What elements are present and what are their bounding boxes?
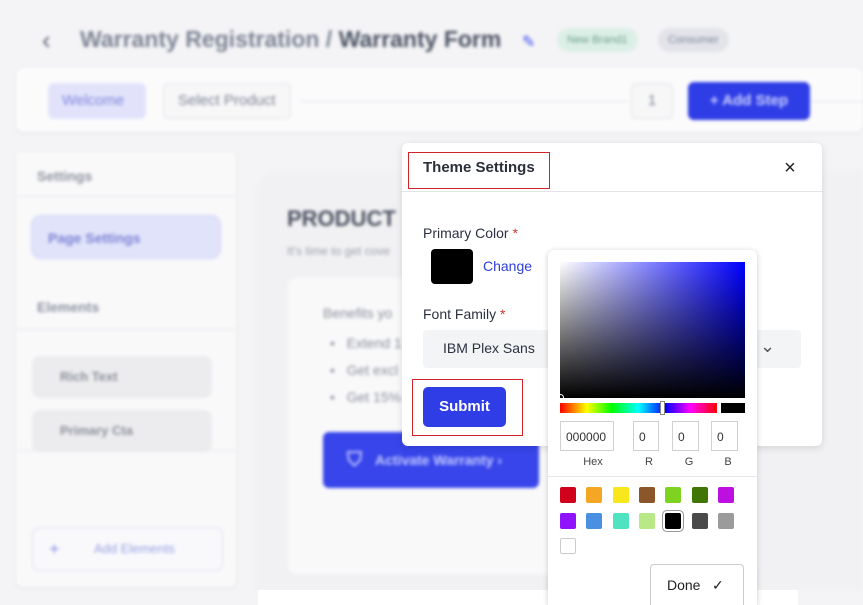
add-elements-label: Add Elements (94, 541, 175, 556)
done-button[interactable]: Done ✓ (650, 564, 744, 605)
color-swatch[interactable] (717, 487, 734, 503)
color-swatch[interactable] (691, 512, 708, 529)
picker-divider (548, 476, 757, 477)
element-primary-cta[interactable]: Primary Cta (32, 410, 212, 452)
color-swatch[interactable] (560, 512, 576, 529)
b-label: B (724, 456, 732, 468)
pencil-icon[interactable]: ✎ (522, 32, 540, 51)
b-input[interactable]: 0 (711, 421, 738, 451)
color-swatch[interactable] (638, 487, 655, 503)
back-chevron-icon[interactable]: ‹ (42, 27, 62, 53)
r-label: R (645, 456, 653, 468)
benefit-item: • Extend 1 (330, 335, 402, 351)
primary-color-label: Primary Color * (423, 225, 518, 241)
benefit-item: • Get 15% (330, 389, 402, 405)
hue-slider[interactable] (560, 403, 717, 413)
font-family-value: IBM Plex Sans (443, 340, 535, 356)
font-family-label: Font Family * (423, 306, 506, 322)
color-swatch[interactable] (665, 512, 682, 529)
done-label: Done (667, 577, 701, 593)
modal-title: Theme Settings (423, 159, 535, 176)
product-title: PRODUCT (287, 206, 396, 231)
page-settings-button[interactable]: Page Settings (31, 215, 221, 259)
g-label: G (684, 456, 694, 468)
g-input[interactable]: 0 (672, 421, 699, 451)
change-color-link[interactable]: Change (483, 258, 532, 274)
color-swatch[interactable] (612, 512, 629, 529)
step-select-product[interactable]: Select Product (163, 83, 291, 119)
r-input[interactable]: 0 (633, 421, 659, 451)
step-connector (810, 101, 863, 102)
primary-color-swatch[interactable] (431, 249, 473, 284)
color-preview (721, 403, 745, 413)
step-connector (300, 101, 628, 102)
page-title: Warranty Registration / Warranty Form (80, 26, 501, 53)
color-swatch[interactable] (638, 512, 655, 529)
benefits-heading: Benefits yo (323, 305, 393, 321)
add-elements-button[interactable]: + Add Elements (32, 527, 223, 571)
activate-label: Activate Warranty (375, 452, 494, 468)
brand-badge: New Brand1 (557, 28, 638, 52)
plus-icon: + (49, 539, 60, 559)
breadcrumb-parent[interactable]: Warranty Registration / (80, 26, 332, 52)
color-swatch[interactable] (560, 538, 576, 554)
hex-input[interactable]: 000000 (560, 421, 614, 451)
benefit-item: • Get excl (330, 362, 398, 378)
color-swatch[interactable] (586, 512, 603, 529)
close-icon[interactable]: × (781, 157, 799, 179)
hex-label: Hex (583, 456, 603, 468)
divider (16, 196, 236, 197)
color-swatch[interactable] (665, 487, 682, 503)
audience-badge: Consumer (658, 28, 729, 52)
color-swatch[interactable] (717, 512, 734, 529)
saturation-pointer[interactable] (557, 394, 564, 401)
color-swatch[interactable] (691, 487, 708, 503)
shield-check-icon: ⛉ (347, 449, 362, 471)
divider (16, 450, 236, 451)
settings-heading: Settings (37, 168, 93, 184)
product-subtitle: It's time to get cove (287, 244, 391, 258)
check-icon: ✓ (712, 577, 724, 593)
step-count[interactable]: 1 (631, 83, 673, 119)
elements-heading: Elements (37, 299, 100, 315)
hue-slider-thumb[interactable] (660, 401, 665, 415)
add-step-button[interactable]: + Add Step (688, 82, 810, 120)
color-swatch[interactable] (586, 487, 603, 503)
element-rich-text[interactable]: Rich Text (32, 356, 212, 398)
step-welcome[interactable]: Welcome (48, 83, 146, 119)
chevron-down-icon: ⌄ (760, 336, 776, 356)
divider (16, 329, 236, 330)
breadcrumb-current: Warranty Form (338, 26, 502, 52)
submit-button[interactable]: Submit (423, 387, 506, 427)
modal-header-divider (402, 191, 822, 192)
saturation-value-area[interactable] (560, 262, 745, 398)
color-swatch[interactable] (612, 487, 629, 503)
color-swatch[interactable] (560, 487, 576, 503)
